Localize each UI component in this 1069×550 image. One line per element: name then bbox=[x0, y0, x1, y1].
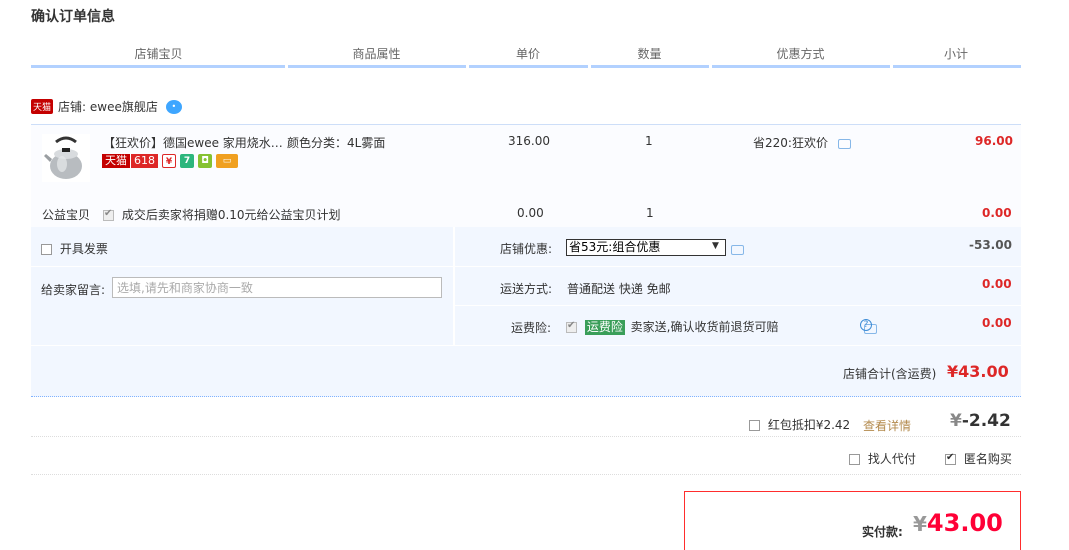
col-subtotal: 小计 bbox=[943, 47, 968, 61]
discount-label: 省220:狂欢价 bbox=[753, 136, 828, 150]
tmall-badge: 天猫 bbox=[102, 154, 130, 168]
divider bbox=[31, 474, 1021, 475]
charity-text: 成交后卖家将捐赠0.10元给公益宝贝计划 bbox=[121, 208, 341, 222]
invoice-label: 开具发票 bbox=[59, 242, 108, 256]
invoice-option[interactable]: 开具发票 bbox=[41, 240, 108, 257]
divider bbox=[31, 436, 1021, 437]
wangwang-chat-icon[interactable]: • bbox=[165, 99, 182, 114]
message-input[interactable] bbox=[112, 277, 442, 298]
charity-subtotal: 0.00 bbox=[982, 206, 1012, 220]
col-shop-item: 店铺宝贝 bbox=[134, 47, 183, 61]
col-price: 单价 bbox=[515, 47, 540, 61]
product-image[interactable] bbox=[42, 134, 90, 182]
tmall-icon: 天猫 bbox=[31, 99, 54, 114]
insurance-checkbox bbox=[566, 320, 577, 333]
shipping-value: 普通配送 快递 免邮 bbox=[567, 282, 671, 296]
anonymous-checkbox[interactable] bbox=[945, 452, 956, 465]
item-subtotal: 96.00 bbox=[975, 134, 1013, 148]
insurance-amount: 0.00 bbox=[982, 316, 1012, 330]
pay-by-other-label: 找人代付 bbox=[867, 452, 916, 466]
shop-discount-amount: -53.00 bbox=[969, 238, 1012, 252]
pay-by-other-checkbox[interactable] bbox=[849, 454, 860, 465]
shop-name-link[interactable]: 店铺: ewee旗舰店 bbox=[58, 98, 158, 115]
chevron-down-icon: ▼ bbox=[712, 241, 719, 251]
red-packet-option[interactable]: 红包抵扣¥2.42 bbox=[749, 416, 850, 433]
message-label: 给卖家留言: bbox=[41, 283, 106, 297]
insurance-text: 卖家送,确认收货前退货可赔 bbox=[630, 320, 779, 334]
shield-icon[interactable]: ¥ bbox=[162, 154, 176, 168]
item-price: 316.00 bbox=[508, 134, 550, 148]
charity-qty: 1 bbox=[646, 206, 654, 220]
red-packet-details-link[interactable]: 查看详情 bbox=[863, 417, 911, 434]
anonymous-label: 匿名购买 bbox=[963, 452, 1012, 466]
page-title: 确认订单信息 bbox=[31, 9, 115, 25]
final-payment-label: 实付款: bbox=[862, 525, 903, 539]
badge-618: 618 bbox=[130, 154, 158, 168]
red-packet-amount: ¥-2.42 bbox=[950, 411, 1011, 431]
insurance-tag: 运费险 bbox=[584, 320, 625, 335]
column-header: 店铺宝贝 商品属性 单价 数量 优惠方式 小计 bbox=[31, 40, 1021, 68]
anonymous-option[interactable]: 匿名购买 bbox=[945, 450, 1012, 467]
red-packet-checkbox[interactable] bbox=[749, 420, 760, 431]
shop-header: 天猫 店铺: ewee旗舰店 • bbox=[31, 98, 182, 115]
pay-by-other-option[interactable]: 找人代付 bbox=[849, 450, 916, 467]
help-icon[interactable]: ? bbox=[860, 319, 872, 331]
insurance-label: 运费险: bbox=[511, 321, 552, 335]
col-discount: 优惠方式 bbox=[776, 47, 825, 61]
red-packet-value: -2.42 bbox=[961, 411, 1011, 431]
charity-price: 0.00 bbox=[517, 206, 544, 220]
credit-card-icon[interactable]: ▭ bbox=[216, 154, 238, 168]
shipping-amount: 0.00 bbox=[982, 277, 1012, 291]
comment-icon[interactable] bbox=[731, 244, 744, 255]
charity-info: 成交后卖家将捐赠0.10元给公益宝贝计划 bbox=[103, 206, 341, 223]
item-attribute: 颜色分类：4L雾面 bbox=[287, 136, 386, 150]
item-title-link[interactable]: 【狂欢价】德国ewee 家用烧水… bbox=[103, 134, 283, 151]
charity-label: 公益宝贝 bbox=[42, 208, 91, 222]
item-badges: 天猫 618 ¥ 7 ◘ ▭ bbox=[102, 154, 238, 168]
shop-total-label: 店铺合计(含运费) bbox=[843, 367, 937, 381]
red-packet-label: 红包抵扣¥2.42 bbox=[767, 418, 851, 432]
final-payment-amount: ¥43.00 bbox=[913, 509, 1003, 537]
col-attributes: 商品属性 bbox=[352, 47, 401, 61]
final-currency: ¥ bbox=[913, 512, 927, 536]
col-quantity: 数量 bbox=[637, 47, 662, 61]
charity-checkbox bbox=[103, 208, 114, 221]
insurance-info: 运费险 卖家送,确认收货前退货可赔 bbox=[566, 318, 779, 335]
final-value: 43.00 bbox=[926, 509, 1003, 537]
item-discount: 省220:狂欢价 bbox=[753, 134, 851, 151]
invoice-checkbox[interactable] bbox=[41, 244, 52, 255]
shop-discount-label: 店铺优惠: bbox=[500, 242, 553, 256]
comment-icon[interactable] bbox=[837, 138, 851, 149]
shop-discount-select[interactable]: 省53元:组合优惠 bbox=[566, 239, 726, 256]
shipping-label: 运送方式: bbox=[500, 282, 553, 296]
item-qty: 1 bbox=[645, 134, 653, 148]
red-packet-currency: ¥ bbox=[950, 411, 962, 431]
shop-total-value: ¥43.00 bbox=[947, 362, 1009, 381]
seven-day-return-icon[interactable]: 7 bbox=[180, 154, 194, 168]
warranty-icon[interactable]: ◘ bbox=[198, 154, 212, 168]
